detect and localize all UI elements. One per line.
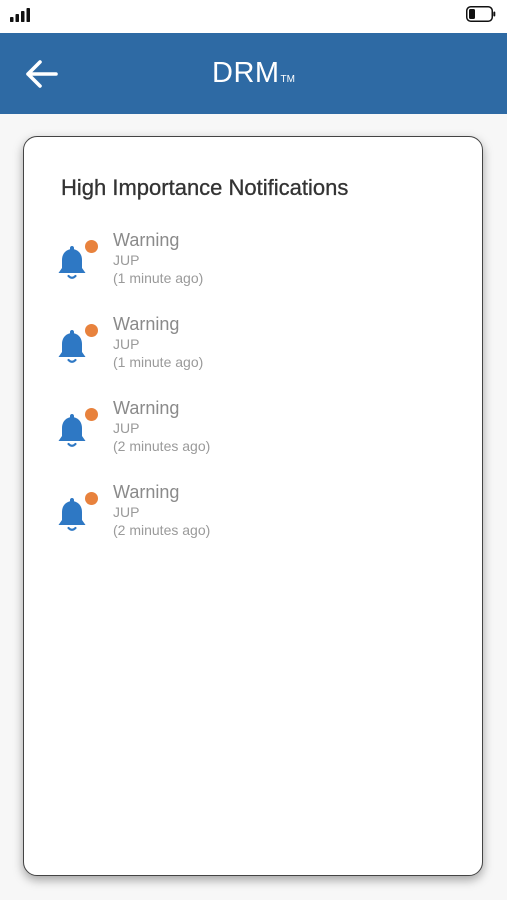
battery-icon bbox=[466, 6, 496, 22]
notification-item[interactable]: Warning JUP (2 minutes ago) bbox=[24, 397, 482, 481]
notification-source: JUP bbox=[113, 420, 140, 436]
arrow-left-icon bbox=[26, 60, 58, 88]
unread-badge bbox=[85, 408, 98, 421]
trademark-label: TM bbox=[280, 74, 295, 85]
notification-time: (2 minutes ago) bbox=[113, 522, 211, 538]
notification-item[interactable]: Warning JUP (1 minute ago) bbox=[24, 313, 482, 397]
unread-badge bbox=[85, 324, 98, 337]
notification-source: JUP bbox=[113, 504, 140, 520]
back-button[interactable] bbox=[20, 55, 62, 93]
notification-title: Warning bbox=[113, 482, 180, 502]
notifications-card: High Importance Notifications Warning JU… bbox=[23, 136, 483, 876]
app-bar: DRM TM bbox=[0, 33, 507, 114]
unread-badge bbox=[85, 240, 98, 253]
bell-icon bbox=[57, 323, 99, 369]
card-title: High Importance Notifications bbox=[61, 175, 349, 200]
notification-source: JUP bbox=[113, 252, 140, 268]
unread-badge bbox=[85, 492, 98, 505]
notification-list: Warning JUP (1 minute ago) Warning JUP (… bbox=[24, 229, 482, 565]
notification-item[interactable]: Warning JUP (2 minutes ago) bbox=[24, 481, 482, 565]
notification-source: JUP bbox=[113, 336, 140, 352]
status-bar bbox=[0, 0, 507, 33]
notification-time: (1 minute ago) bbox=[113, 270, 204, 286]
notification-text: Warning JUP (2 minutes ago) bbox=[113, 481, 210, 539]
bell-icon bbox=[57, 239, 99, 285]
notification-title: Warning bbox=[113, 398, 180, 418]
notification-item[interactable]: Warning JUP (1 minute ago) bbox=[24, 229, 482, 313]
notification-text: Warning JUP (1 minute ago) bbox=[113, 229, 203, 287]
cellular-signal-icon bbox=[10, 8, 30, 22]
notification-title: Warning bbox=[113, 314, 180, 334]
bell-icon bbox=[57, 491, 99, 537]
content-area: High Importance Notifications Warning JU… bbox=[0, 114, 507, 900]
notification-text: Warning JUP (1 minute ago) bbox=[113, 313, 203, 371]
notification-time: (2 minutes ago) bbox=[113, 438, 211, 454]
bell-icon bbox=[57, 407, 99, 453]
app-title: DRM TM bbox=[0, 33, 507, 114]
notification-time: (1 minute ago) bbox=[113, 354, 204, 370]
notification-text: Warning JUP (2 minutes ago) bbox=[113, 397, 210, 455]
app-title-text: DRM bbox=[212, 57, 280, 89]
notification-title: Warning bbox=[113, 230, 180, 250]
